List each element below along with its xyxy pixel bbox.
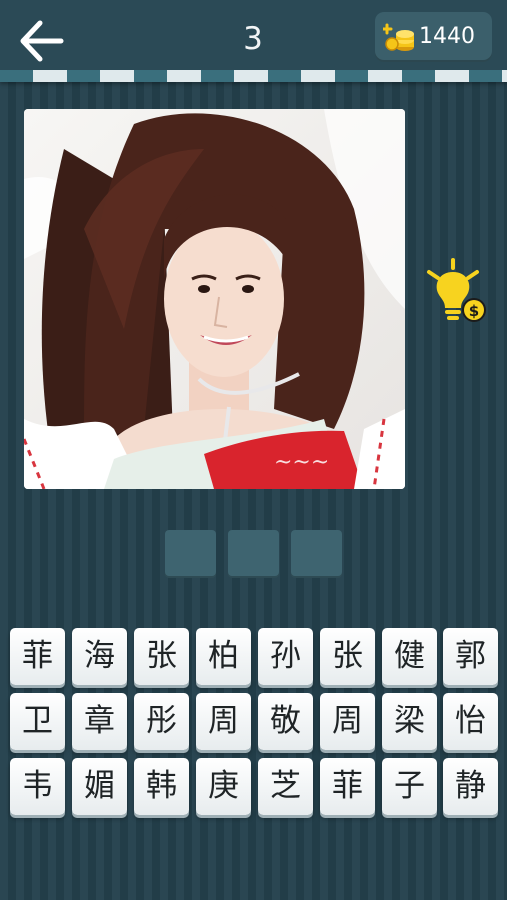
answer-slot[interactable] [291,530,342,578]
letter-tile[interactable]: 韩 [134,758,189,815]
letter-tile[interactable]: 健 [382,628,437,685]
letter-tile[interactable]: 郭 [443,628,498,685]
letter-tile[interactable]: 子 [382,758,437,815]
top-bar: 3 1440 [0,0,507,82]
coin-stack-plus-icon [383,23,414,51]
letter-tile[interactable]: 柏 [196,628,251,685]
letter-tile[interactable]: 芝 [258,758,313,815]
letter-tile[interactable]: 菲 [320,758,375,815]
answer-slots [165,530,345,580]
puzzle-photo: ~~~ [24,109,405,489]
lightbulb-dollar-icon: $ [427,258,486,322]
coins-button[interactable]: 1440 [375,12,492,62]
left-arrow-icon [20,20,64,62]
letter-tile[interactable]: 卫 [10,693,65,750]
letter-tile[interactable]: 彤 [134,693,189,750]
letter-tile[interactable]: 周 [320,693,375,750]
letter-tile[interactable]: 孙 [258,628,313,685]
letter-tile[interactable]: 张 [320,628,375,685]
letter-tile[interactable]: 敬 [258,693,313,750]
hint-button[interactable]: $ [424,258,490,326]
top-bar-stripe [0,70,507,82]
letter-tile[interactable]: 庚 [196,758,251,815]
answer-slot[interactable] [165,530,216,578]
letter-tile[interactable]: 怡 [443,693,498,750]
svg-text:~~~: ~~~ [274,450,329,475]
letter-tile[interactable]: 韦 [10,758,65,815]
letter-tile[interactable]: 静 [443,758,498,815]
back-button[interactable] [18,18,66,64]
coin-count: 1440 [419,24,475,49]
letter-tile[interactable]: 周 [196,693,251,750]
answer-slot[interactable] [228,530,279,578]
letter-tile[interactable]: 菲 [10,628,65,685]
letter-tile[interactable]: 媚 [72,758,127,815]
letter-tile[interactable]: 梁 [382,693,437,750]
letter-tile[interactable]: 张 [134,628,189,685]
letter-tile[interactable]: 海 [72,628,127,685]
level-number: 3 [243,21,263,57]
svg-text:$: $ [469,302,479,320]
letter-tile[interactable]: 章 [72,693,127,750]
